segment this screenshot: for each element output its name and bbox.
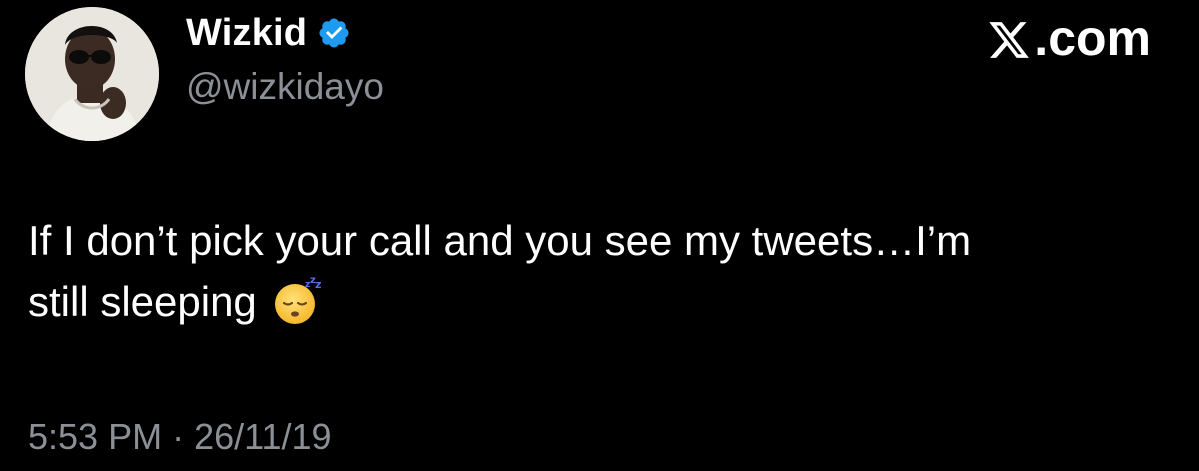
tweet-timestamp[interactable]: 5:53 PM · 26/11/19 xyxy=(28,416,332,458)
brand-watermark: .com xyxy=(987,8,1151,68)
avatar[interactable] xyxy=(25,7,159,141)
sleeping-face-emoji-icon: z z z xyxy=(271,274,323,326)
author-name-row: Wizkid xyxy=(186,8,351,58)
x-logo-icon xyxy=(987,16,1031,60)
tweet-text-line-1: If I don’t pick your call and you see my… xyxy=(28,217,972,264)
tweet-text: If I don’t pick your call and you see my… xyxy=(28,210,1188,332)
svg-text:z: z xyxy=(315,278,321,291)
author-handle[interactable]: @wizkidayo xyxy=(186,66,384,108)
verified-badge-icon xyxy=(317,16,351,50)
tweet-text-line-2: still sleeping xyxy=(28,278,257,325)
tweet-date: 26/11/19 xyxy=(194,416,332,457)
timestamp-separator: · xyxy=(172,416,185,457)
tweet-text-line-2-wrapper: still sleeping z z z xyxy=(28,271,1188,332)
author-display-name[interactable]: Wizkid xyxy=(186,12,307,55)
tweet-time: 5:53 PM xyxy=(28,416,163,457)
tweet-card: Wizkid @wizkidayo .com If I don’t pick y… xyxy=(0,0,1199,471)
brand-domain-text: .com xyxy=(1034,10,1151,66)
